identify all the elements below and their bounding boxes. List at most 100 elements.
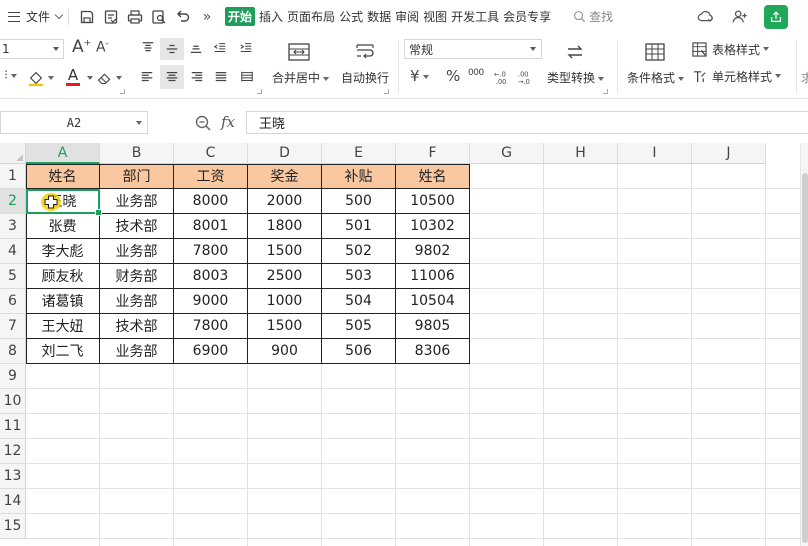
table-cell[interactable]: 500: [322, 189, 396, 214]
fill-color-button[interactable]: [24, 67, 56, 89]
column-header-f[interactable]: F: [396, 143, 470, 164]
distributed-align-button[interactable]: [236, 66, 258, 88]
table-cell[interactable]: 业务部: [100, 189, 174, 214]
table-cell[interactable]: 技术部: [100, 314, 174, 339]
border-dropdown-icon[interactable]: ⁝: [4, 68, 18, 83]
table-cell[interactable]: 501: [322, 214, 396, 239]
row-header-7[interactable]: 7: [0, 314, 26, 339]
save-icon[interactable]: [79, 9, 95, 25]
table-cell[interactable]: 2500: [248, 264, 322, 289]
table-cell[interactable]: 7800: [174, 314, 248, 339]
table-cell[interactable]: 王大妞: [26, 314, 100, 339]
wrap-text-icon[interactable]: [352, 41, 378, 63]
table-cell[interactable]: 9802: [396, 239, 470, 264]
tab-data[interactable]: 数据: [367, 8, 391, 25]
more-tools-icon[interactable]: »: [199, 9, 215, 25]
row-header-4[interactable]: 4: [0, 239, 26, 264]
column-header-b[interactable]: B: [100, 143, 174, 164]
row-header-1[interactable]: 1: [0, 164, 26, 189]
table-header-cell[interactable]: 工资: [174, 164, 248, 189]
currency-format-button[interactable]: ¥: [410, 67, 429, 85]
row-header-12[interactable]: 12: [0, 439, 26, 464]
table-cell[interactable]: 业务部: [100, 339, 174, 364]
row-header-15[interactable]: 15: [0, 514, 26, 539]
alignment-group-expand[interactable]: [257, 89, 262, 94]
column-header-h[interactable]: H: [544, 143, 618, 164]
percent-format-button[interactable]: %: [446, 67, 460, 85]
row-header-11[interactable]: 11: [0, 414, 26, 439]
table-cell[interactable]: 8001: [174, 214, 248, 239]
align-middle-button[interactable]: [160, 38, 184, 60]
column-header-j[interactable]: J: [692, 143, 766, 164]
number-group-expand[interactable]: [603, 89, 608, 94]
font-grow-icon[interactable]: A+: [72, 37, 91, 57]
table-cell[interactable]: 11006: [396, 264, 470, 289]
table-cell[interactable]: 顾友秋: [26, 264, 100, 289]
table-cell[interactable]: 张费: [26, 214, 100, 239]
table-cell[interactable]: 9000: [174, 289, 248, 314]
align-bottom-button[interactable]: [186, 38, 206, 58]
merge-center-button[interactable]: 合并居中: [272, 69, 330, 86]
align-left-button[interactable]: [136, 66, 158, 88]
table-cell[interactable]: 诸葛镇: [26, 289, 100, 314]
table-cell[interactable]: 8003: [174, 264, 248, 289]
row-header-6[interactable]: 6: [0, 289, 26, 314]
table-cell[interactable]: 李大彪: [26, 239, 100, 264]
table-cell[interactable]: 6900: [174, 339, 248, 364]
table-cell[interactable]: 10504: [396, 289, 470, 314]
active-cell-selection[interactable]: [26, 189, 102, 216]
tab-review[interactable]: 审阅: [395, 8, 419, 25]
decrease-decimal-button[interactable]: .00 →.0: [516, 67, 536, 87]
tab-member[interactable]: 会员专享: [503, 8, 551, 25]
type-convert-button[interactable]: 类型转换: [547, 69, 605, 86]
font-size-select[interactable]: 1: [0, 39, 64, 59]
column-header-i[interactable]: I: [618, 143, 692, 164]
clear-format-button[interactable]: [94, 67, 124, 89]
table-cell[interactable]: 9805: [396, 314, 470, 339]
zoom-icon[interactable]: [194, 114, 212, 132]
name-box[interactable]: A2: [0, 111, 148, 134]
undo-icon[interactable]: [175, 9, 191, 25]
table-cell[interactable]: 900: [248, 339, 322, 364]
thousands-separator-button[interactable]: 000: [468, 68, 484, 78]
table-cell[interactable]: 业务部: [100, 239, 174, 264]
tab-formulas[interactable]: 公式: [339, 8, 363, 25]
cell-style-button[interactable]: 单元格样式: [692, 66, 792, 86]
scrollbar-thumb[interactable]: [802, 173, 808, 543]
column-header-a[interactable]: A: [26, 143, 100, 164]
merge-group-expand[interactable]: [384, 89, 389, 94]
tab-view[interactable]: 视图: [423, 8, 447, 25]
font-group-expand[interactable]: [120, 89, 125, 94]
row-header-14[interactable]: 14: [0, 489, 26, 514]
row-header-2[interactable]: 2: [0, 189, 26, 214]
export-pdf-icon[interactable]: [103, 9, 119, 25]
tab-page-layout[interactable]: 页面布局: [287, 8, 335, 25]
table-cell[interactable]: 刘二飞: [26, 339, 100, 364]
align-right-button[interactable]: [186, 66, 208, 88]
table-cell[interactable]: 8306: [396, 339, 470, 364]
formula-input[interactable]: 王晓: [246, 111, 808, 134]
row-header-8[interactable]: 8: [0, 339, 26, 364]
print-icon[interactable]: [127, 9, 143, 25]
column-header-e[interactable]: E: [322, 143, 396, 164]
cloud-sync-icon[interactable]: [696, 7, 716, 27]
row-header-9[interactable]: 9: [0, 364, 26, 389]
table-header-cell[interactable]: 姓名: [396, 164, 470, 189]
table-cell[interactable]: 1500: [248, 314, 322, 339]
increase-decimal-button[interactable]: ←.0.00: [492, 67, 512, 87]
search-button[interactable]: 查找: [573, 8, 613, 25]
number-format-select[interactable]: 常规: [404, 39, 542, 59]
wrap-text-button[interactable]: 自动换行: [341, 69, 389, 86]
row-header-13[interactable]: 13: [0, 464, 26, 489]
print-preview-icon[interactable]: [151, 9, 167, 25]
row-header-3[interactable]: 3: [0, 214, 26, 239]
vertical-scrollbar[interactable]: [800, 143, 808, 546]
ribbon-overflow-label[interactable]: 求: [801, 69, 808, 86]
row-header-5[interactable]: 5: [0, 264, 26, 289]
row-header-10[interactable]: 10: [0, 389, 26, 414]
align-center-button[interactable]: [160, 65, 184, 89]
main-menu-button[interactable]: 文件: [8, 7, 64, 27]
column-header-c[interactable]: C: [174, 143, 248, 164]
conditional-format-icon[interactable]: [642, 41, 668, 63]
decrease-indent-button[interactable]: [210, 38, 230, 58]
